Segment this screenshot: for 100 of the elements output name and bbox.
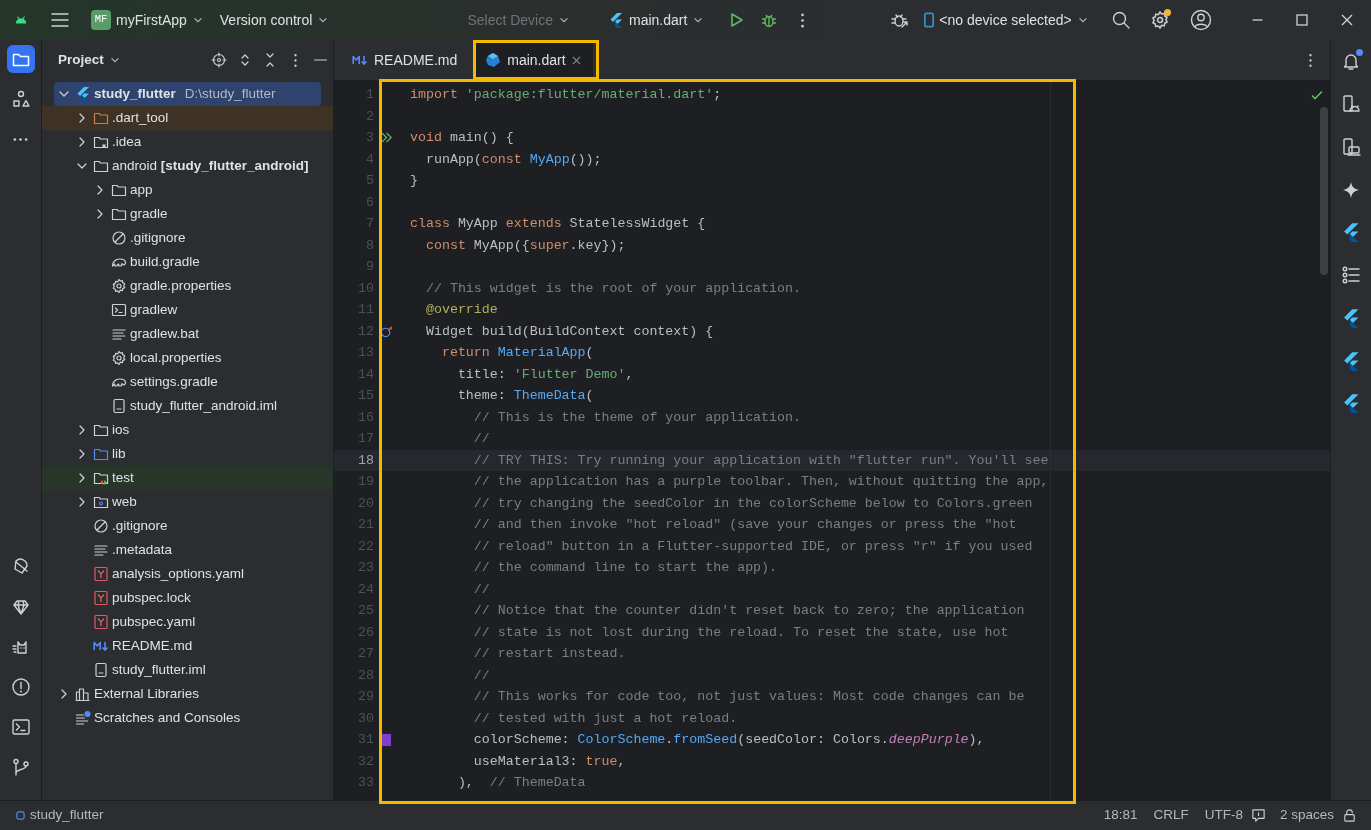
tree-item[interactable]: build.gradle: [42, 250, 333, 274]
tree-item[interactable]: README.md: [42, 634, 333, 658]
code-comment: // reload" button in a Flutter-supported IDE, or press "r" if you used: [472, 537, 1033, 556]
tree-item[interactable]: settings.gradle: [42, 370, 333, 394]
code-comment: // the application has a purple toolbar. Then, without quitting the app,: [472, 473, 1049, 491]
flutter-icon: [1341, 350, 1361, 371]
tree-item[interactable]: web: [42, 490, 333, 514]
search-icon: [1110, 10, 1131, 30]
notifications-icon: [1341, 51, 1361, 72]
text-file-icon: [111, 326, 127, 342]
tree-item[interactable]: test: [42, 466, 333, 490]
structure-icon: [10, 89, 31, 110]
color-swatch[interactable]: [380, 733, 391, 746]
yaml-icon: [93, 614, 109, 630]
code-line: ), // ThemeData: [456, 774, 586, 792]
tree-item[interactable]: .metadata: [42, 538, 333, 562]
folder-icon: [93, 446, 109, 462]
dart-icon: [485, 52, 502, 68]
tree-item[interactable]: External Libraries: [42, 682, 333, 706]
file-encoding[interactable]: UTF-8: [1196, 805, 1251, 826]
line-separator[interactable]: CRLF: [1145, 805, 1197, 826]
text-file-icon: [93, 542, 109, 558]
module-file-icon: [111, 398, 127, 414]
code-comment: // This works for code too, not just values: Most code changes can be: [472, 688, 1025, 706]
module-icon: [16, 811, 25, 820]
tree-item[interactable]: .gitignore: [42, 226, 333, 250]
maximize-icon: [1296, 14, 1309, 26]
lock-icon[interactable]: [1342, 808, 1357, 823]
code-line: }: [410, 172, 418, 190]
code-line: return MaterialApp(: [440, 344, 594, 362]
android-icon: [14, 13, 28, 27]
flutter-icon: [1341, 307, 1361, 328]
tree-item[interactable]: Scratches and Consoles: [42, 706, 333, 730]
code-line: import 'package:flutter/material.dart';: [410, 86, 722, 104]
yaml-icon: [93, 566, 109, 582]
code-line: const MyApp({super.key});: [424, 236, 626, 255]
tree-item[interactable]: .gitignore: [42, 514, 333, 538]
tree-item[interactable]: pubspec.yaml: [42, 610, 333, 634]
minimize-icon: [1251, 19, 1263, 21]
override-gutter-icon[interactable]: [380, 324, 393, 338]
library-icon: [75, 686, 91, 702]
project-path: D:\study_flutter: [184, 84, 276, 103]
tree-item[interactable]: study_flutter.iml: [42, 658, 333, 682]
breadcrumb[interactable]: study_flutter: [12, 801, 108, 830]
code-comment: // This widget is the root of your application.: [424, 279, 801, 298]
readonly-toggle-icon[interactable]: [1250, 808, 1266, 823]
editor-tab[interactable]: README.md: [340, 40, 470, 80]
run-gutter-icon[interactable]: [380, 131, 393, 145]
code-comment: // state is not lost during the reload. To reset the state, use hot: [472, 623, 1009, 642]
tree-item[interactable]: ios: [42, 418, 333, 442]
inspection-ok-icon: [1310, 88, 1324, 102]
code-line: @override: [424, 301, 498, 319]
scrollbar-thumb[interactable]: [1320, 107, 1328, 275]
project-button[interactable]: [6, 45, 35, 74]
tree-item[interactable]: .idea: [42, 130, 333, 154]
flutter-icon: [608, 12, 624, 28]
ignore-icon: [111, 230, 127, 246]
project-selector[interactable]: MF myFirstApp: [87, 6, 208, 34]
ignore-icon: [93, 518, 109, 534]
tree-item[interactable]: study_flutter_android.iml: [42, 394, 333, 418]
tree-item[interactable]: gradle.properties: [42, 274, 333, 298]
folder-icon: [111, 182, 127, 198]
user-icon: [1189, 9, 1212, 31]
code-line: colorScheme: ColorScheme.fromSeed(seedColor: Colors.deepPurple),: [472, 731, 985, 749]
outline-icon: [1341, 265, 1361, 286]
module-file-icon: [93, 662, 109, 678]
tree-item[interactable]: lib: [42, 442, 333, 466]
indent-setting[interactable]: 2 spaces: [1271, 805, 1342, 826]
more-icon: [800, 12, 804, 28]
scratch-icon: [75, 710, 91, 726]
folder-icon: [111, 206, 127, 222]
flutter-icon: [1341, 222, 1361, 243]
tree-item[interactable]: analysis_options.yaml: [42, 562, 333, 586]
code-line: void main() {: [410, 129, 514, 147]
tree-item[interactable]: app: [42, 178, 333, 202]
line-number: 18: [357, 451, 374, 470]
tree-item[interactable]: pubspec.lock: [42, 586, 333, 610]
tree-item[interactable]: gradlew.bat: [42, 322, 333, 346]
code-line: runApp(const MyApp());: [424, 150, 602, 169]
code-line: class MyApp extends StatelessWidget {: [410, 215, 706, 233]
device-selector[interactable]: <no device selected>: [920, 6, 1093, 34]
cursor-position[interactable]: 18:81: [1095, 805, 1146, 826]
run-config-selector[interactable]: main.dart: [604, 6, 709, 34]
tree-item[interactable]: gradle: [42, 202, 333, 226]
locate-icon: [211, 52, 228, 68]
tree-item[interactable]: android [study_flutter_android]: [42, 154, 333, 178]
view-mode-dropdown[interactable]: Project: [54, 46, 125, 74]
folder-icon: [93, 470, 109, 486]
tree-item[interactable]: gradlew: [42, 298, 333, 322]
minimize-panel-icon: [313, 59, 327, 61]
git-icon: [10, 757, 31, 778]
gear-icon: [111, 350, 127, 366]
tree-item[interactable]: study_flutter D:\study_flutter: [54, 82, 321, 106]
tree-item[interactable]: .dart_tool: [42, 106, 333, 130]
code-comment: //: [472, 430, 490, 448]
code-comment: // the command line to start the app).: [472, 559, 778, 577]
vcs-menu[interactable]: Version control: [215, 6, 334, 34]
tree-item[interactable]: local.properties: [42, 346, 333, 370]
code-comment: // and then invoke "hot reload" (save your changes or press the "hot: [472, 516, 1017, 534]
gem-icon: [10, 597, 31, 618]
